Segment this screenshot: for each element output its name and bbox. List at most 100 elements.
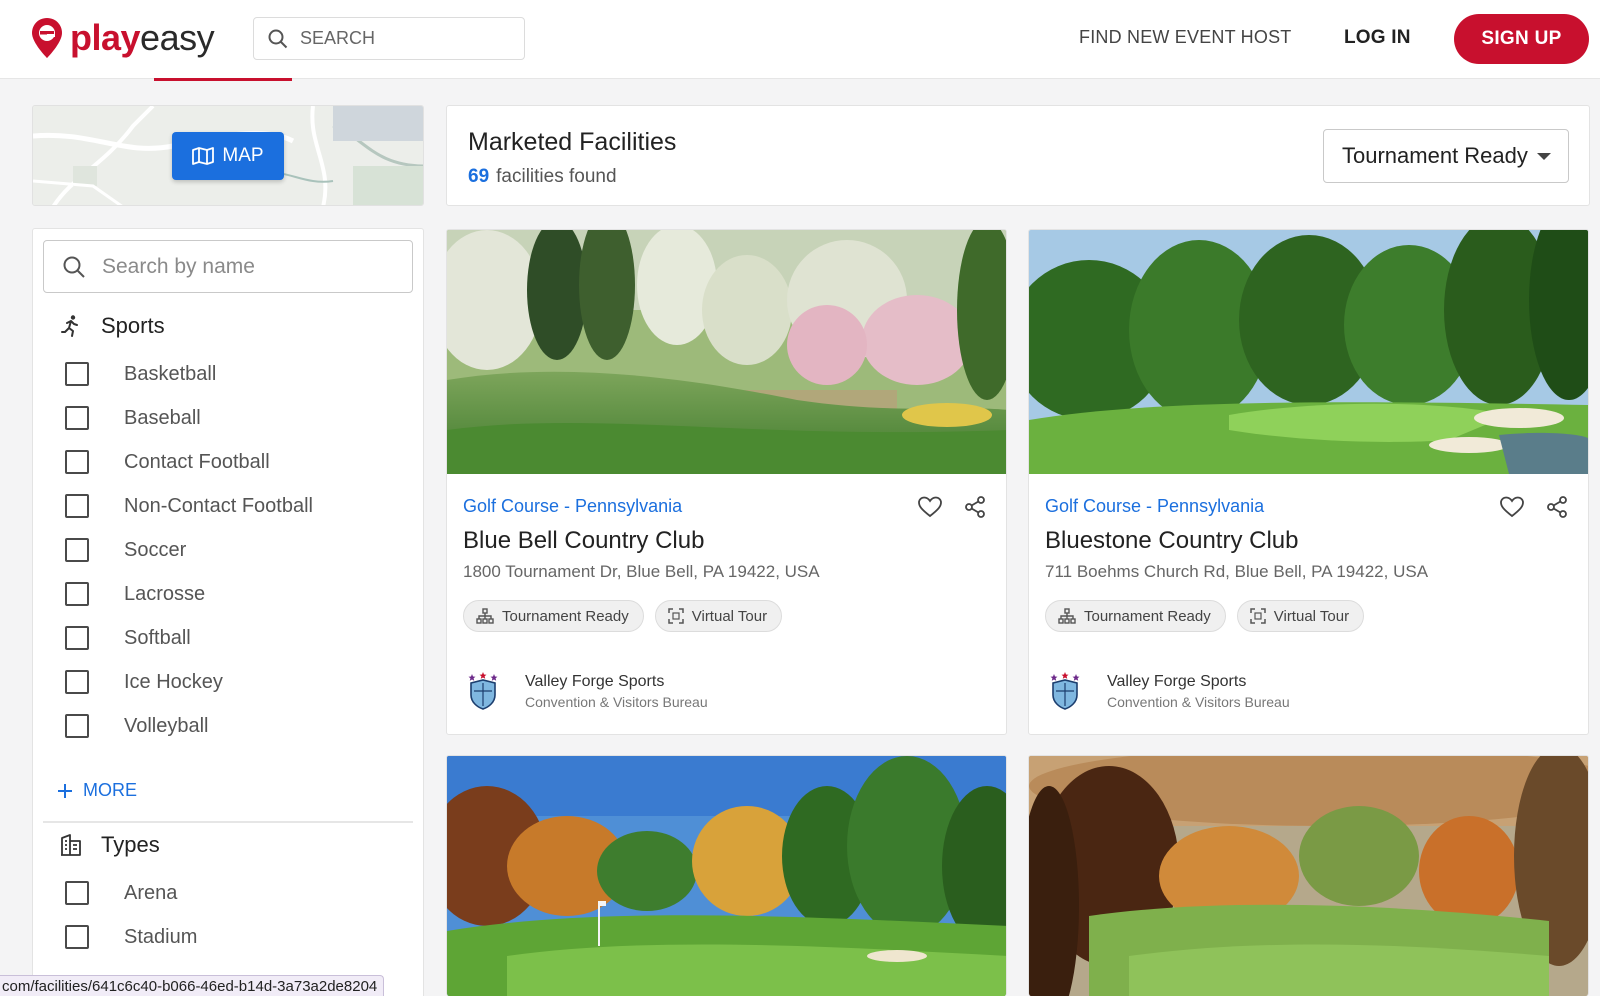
type-filter-stadium[interactable]: Stadium	[65, 922, 197, 952]
more-sports-button[interactable]: MORE	[57, 780, 137, 801]
search-icon	[268, 29, 288, 48]
checkbox[interactable]	[65, 925, 89, 949]
filter-sidebar: Sports Basketball Baseball Contact Footb…	[32, 228, 424, 996]
playeasy-logo[interactable]: playeasy	[30, 16, 215, 60]
active-tab-indicator	[154, 78, 292, 81]
checkbox-label: Baseball	[124, 406, 201, 429]
checkbox[interactable]	[65, 582, 89, 606]
card-actions	[918, 496, 986, 518]
sports-section-header: Sports	[59, 313, 165, 339]
types-section-header: Types	[59, 832, 160, 858]
more-label: MORE	[83, 780, 137, 800]
heart-icon[interactable]	[918, 496, 942, 518]
name-search-input[interactable]	[102, 254, 392, 279]
top-search-box[interactable]	[253, 17, 525, 60]
checkbox[interactable]	[65, 406, 89, 430]
owner-name: Valley Forge Sports	[1107, 672, 1247, 690]
valley-forge-shield-icon	[468, 672, 498, 710]
facility-category[interactable]: Golf Course - Pennsylvania	[1045, 496, 1264, 517]
facility-owner[interactable]: Valley Forge Sports Convention & Visitor…	[1045, 671, 1290, 711]
checkbox-label: Non-Contact Football	[124, 494, 313, 517]
sports-section-title: Sports	[101, 313, 165, 338]
map-preview[interactable]: MAP	[32, 105, 424, 206]
checkbox[interactable]	[65, 538, 89, 562]
sport-filter-non-contact-football[interactable]: Non-Contact Football	[65, 491, 313, 521]
facility-tags: Tournament Ready Virtual Tour	[1045, 600, 1365, 632]
checkbox[interactable]	[65, 626, 89, 650]
facility-card[interactable]: Golf Course - Pennsylvania Bluestone Cou…	[1028, 229, 1589, 735]
virtual-tour-icon	[668, 608, 684, 624]
type-filter-arena[interactable]: Arena	[65, 878, 177, 908]
virtual-tour-icon	[1250, 608, 1266, 624]
heart-icon[interactable]	[1500, 496, 1524, 518]
owner-name: Valley Forge Sports	[525, 672, 665, 690]
checkbox-label: Lacrosse	[124, 582, 206, 605]
results-count: 69 facilities found	[468, 166, 617, 188]
checkbox-label: Ice Hockey	[124, 670, 223, 693]
sort-selected-value: Tournament Ready	[1342, 143, 1528, 168]
log-in-link[interactable]: LOG IN	[1344, 27, 1411, 49]
checkbox-label: Volleyball	[124, 714, 209, 737]
sport-filter-contact-football[interactable]: Contact Football	[65, 447, 270, 477]
facility-card[interactable]: Golf Course - Pennsylvania Blue Bell Cou…	[446, 229, 1007, 735]
results-count-number: 69	[468, 166, 490, 187]
tournament-ready-tag: Tournament Ready	[1045, 600, 1226, 632]
logo-mark-icon	[32, 18, 62, 58]
checkbox[interactable]	[65, 714, 89, 738]
checkbox[interactable]	[65, 362, 89, 386]
facility-name[interactable]: Blue Bell Country Club	[463, 527, 704, 555]
sport-filter-soccer[interactable]: Soccer	[65, 535, 186, 565]
share-icon[interactable]	[964, 496, 986, 518]
sport-filter-ice-hockey[interactable]: Ice Hockey	[65, 667, 223, 697]
owner-subtitle: Convention & Visitors Bureau	[525, 693, 708, 710]
sport-filter-basketball[interactable]: Basketball	[65, 359, 216, 389]
checkbox[interactable]	[65, 494, 89, 518]
sport-filter-lacrosse[interactable]: Lacrosse	[65, 579, 205, 609]
results-header: Marketed Facilities 69 facilities found T…	[446, 105, 1590, 206]
running-person-icon	[61, 315, 78, 337]
building-icon	[61, 834, 81, 856]
checkbox[interactable]	[65, 450, 89, 474]
tag-label: Tournament Ready	[502, 607, 629, 625]
facility-photo[interactable]	[447, 756, 1006, 996]
top-search-input[interactable]	[300, 28, 500, 49]
bracket-icon	[476, 608, 494, 624]
section-divider	[43, 821, 413, 823]
owner-subtitle: Convention & Visitors Bureau	[1107, 693, 1290, 710]
sport-filter-softball[interactable]: Softball	[65, 623, 191, 653]
facility-card[interactable]	[1028, 755, 1589, 996]
results-title: Marketed Facilities	[468, 128, 677, 156]
sport-filter-volleyball[interactable]: Volleyball	[65, 711, 209, 741]
checkbox[interactable]	[65, 881, 89, 905]
sort-dropdown[interactable]: Tournament Ready	[1323, 129, 1569, 183]
facility-photo[interactable]	[447, 230, 1006, 474]
facility-category[interactable]: Golf Course - Pennsylvania	[463, 496, 682, 517]
sport-filter-baseball[interactable]: Baseball	[65, 403, 201, 433]
map-button[interactable]: MAP	[172, 132, 284, 180]
facility-tags: Tournament Ready Virtual Tour	[463, 600, 783, 632]
facility-photo[interactable]	[1029, 756, 1588, 996]
name-search-box[interactable]	[43, 240, 413, 293]
checkbox-label: Arena	[124, 881, 178, 904]
tournament-ready-tag: Tournament Ready	[463, 600, 644, 632]
logo-text: playeasy	[70, 17, 215, 58]
card-actions	[1500, 496, 1568, 518]
owner-text: Valley Forge Sports Convention & Visitor…	[1107, 673, 1290, 710]
search-icon	[63, 256, 85, 278]
virtual-tour-tag: Virtual Tour	[654, 600, 783, 632]
tag-label: Virtual Tour	[1273, 607, 1350, 625]
sign-up-button[interactable]: SIGN UP	[1454, 14, 1589, 64]
find-new-event-host-link[interactable]: FIND NEW EVENT HOST	[1079, 27, 1291, 48]
facility-owner[interactable]: Valley Forge Sports Convention & Visitor…	[463, 671, 708, 711]
facility-photo[interactable]	[1029, 230, 1588, 474]
facility-name[interactable]: Bluestone Country Club	[1045, 527, 1298, 555]
top-header: playeasy FIND NEW EVENT HOST LOG IN SIGN…	[0, 0, 1600, 79]
checkbox-label: Contact Football	[124, 450, 270, 473]
tag-label: Virtual Tour	[691, 607, 768, 625]
owner-text: Valley Forge Sports Convention & Visitor…	[525, 673, 708, 710]
share-icon[interactable]	[1546, 496, 1568, 518]
facility-card[interactable]	[446, 755, 1007, 996]
plus-icon	[58, 783, 72, 798]
checkbox[interactable]	[65, 670, 89, 694]
map-button-label: MAP	[222, 145, 264, 166]
